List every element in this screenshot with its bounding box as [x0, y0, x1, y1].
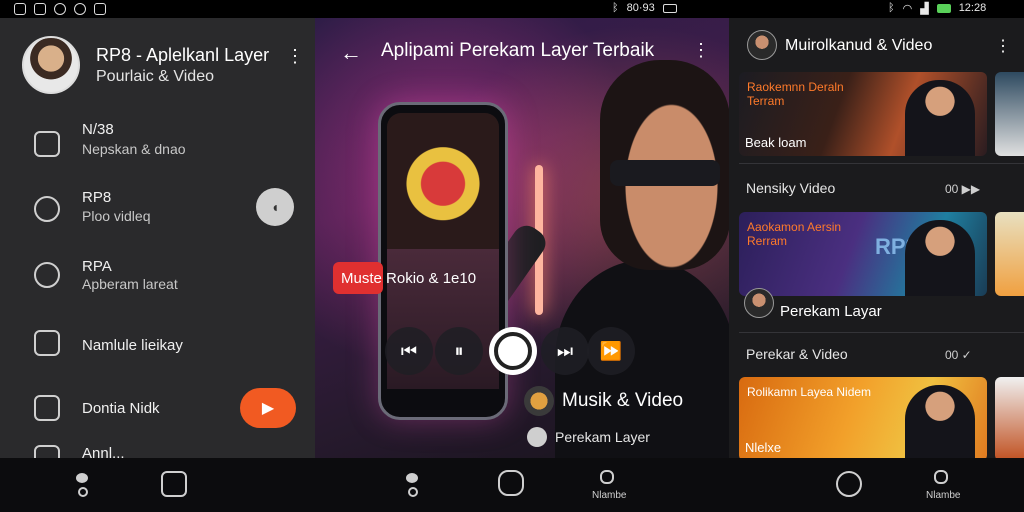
page-title: Aplipami Perekam Layer Terbaik [381, 40, 655, 61]
card-headline: Raokemnn Deraln Terram [747, 80, 844, 108]
music-icon[interactable] [161, 471, 187, 497]
section-meta: 00 ▶▶ [945, 182, 981, 196]
drawer-item-sublabel: Apberam lareat [82, 276, 178, 292]
card-thumbnail [905, 385, 975, 461]
library-icon[interactable] [934, 470, 948, 484]
card-headline: Aaokamon Aersin Rerram [747, 220, 842, 248]
card-caption: Beak loam [745, 135, 807, 150]
drawer-item-label: Dontia Nidk [82, 400, 160, 417]
avatar[interactable] [744, 288, 774, 318]
library-icon[interactable] [600, 470, 614, 484]
play-button[interactable]: ▶ [240, 388, 296, 428]
fast-forward-button[interactable]: ⏩ [587, 327, 635, 375]
check-icon [34, 445, 60, 458]
badge-label: Musik & Video [562, 390, 684, 411]
divider [739, 163, 1024, 164]
drawer-item[interactable]: Annl... [0, 443, 315, 458]
badge-label: Perekam Layer [555, 429, 650, 445]
lock-icon [34, 131, 60, 157]
navigation-icon [74, 3, 86, 15]
avatar[interactable] [22, 36, 80, 94]
drawer-title: RP8 - Aplelkanl Layer [96, 45, 270, 65]
battery-icon [662, 4, 677, 13]
record-icon[interactable] [498, 470, 524, 496]
drawer-item-label: RPA [82, 258, 112, 275]
drawer-item-sublabel: Ploo vidleq [82, 208, 151, 224]
toggle-button[interactable]: ◖ [256, 188, 294, 226]
status-icons-mid: ᛒ 80·93 [612, 2, 677, 14]
profile-icon[interactable] [70, 471, 96, 497]
badge-avatar [527, 427, 547, 447]
battery-icon [936, 4, 951, 13]
record-button[interactable] [489, 327, 537, 375]
previous-button[interactable]: ⏮ [385, 327, 433, 375]
nav-label[interactable]: Nlambe [926, 490, 960, 501]
shield-icon [34, 196, 60, 222]
back-arrow-icon[interactable]: ← [340, 40, 362, 66]
video-card[interactable]: Rolikamn Layea Nidem Nlelxe [739, 377, 987, 461]
camera-icon [34, 395, 60, 421]
section-title: Nensiky Video [746, 180, 836, 196]
more-vertical-icon[interactable]: ⋮ [286, 46, 304, 66]
drawer-item[interactable]: RPA Apberam lareat [0, 256, 315, 316]
bluetooth-icon: ᛒ [612, 2, 619, 14]
disc-icon[interactable] [836, 471, 862, 497]
target-icon [34, 262, 60, 288]
card-thumbnail [905, 220, 975, 296]
play-icon: ▶ [261, 400, 275, 417]
status-time-mid: 80·93 [626, 2, 655, 14]
song-title-chip[interactable]: Muste Rokio & 1e10 [333, 262, 486, 294]
drawer-item-label: RP8 [82, 189, 112, 206]
next-button[interactable]: ⏭ [541, 327, 589, 375]
feed-title: Muirolkanud & Video [785, 37, 933, 54]
video-card-peek[interactable] [995, 212, 1024, 296]
card-caption: Nlelxe [745, 440, 782, 455]
drawer-item-sublabel: Nepskan & dnao [82, 141, 186, 157]
album-art [387, 113, 499, 249]
drawer-subtitle: Pourlaic & Video [96, 68, 214, 85]
nav-label[interactable]: Nlambe [592, 490, 626, 501]
left-drawer-panel: RP8 - Aplelkanl Layer Pourlaic & Video ⋮… [0, 18, 315, 458]
wifi-icon: ◠ [902, 3, 913, 15]
more-vertical-icon[interactable]: ⋮ [692, 40, 710, 61]
badge-avatar [524, 386, 554, 416]
drawer-item[interactable]: Namlule lieikay [0, 328, 315, 388]
section-meta: 00 ✓ [945, 348, 972, 362]
category-badge[interactable]: Musik & Video [524, 386, 683, 416]
sunglasses [610, 160, 720, 186]
video-card-peek[interactable] [995, 72, 1024, 156]
video-card-peek[interactable] [995, 377, 1024, 461]
divider [739, 332, 1024, 333]
section-title: Perekar & Video [746, 346, 848, 362]
drawer-item-label: N/38 [82, 121, 114, 138]
pause-button[interactable]: ⏸ [435, 327, 483, 375]
video-card[interactable]: Raokemnn Deraln Terram Beak loam [739, 72, 987, 156]
card-thumbnail [905, 80, 975, 156]
video-card[interactable]: Aaokamon Aersin Rerram RP8 [739, 212, 987, 296]
image-icon [34, 3, 46, 15]
more-vertical-icon[interactable]: ⋮ [995, 36, 1011, 56]
playback-controls: ⏮ ⏸ ⏭ ⏩ [385, 327, 635, 377]
profile-icon[interactable] [400, 471, 426, 497]
avatar[interactable] [747, 30, 777, 60]
drawer-item[interactable]: N/38 Nepskan & dnao [0, 118, 315, 178]
status-icons-left [0, 3, 106, 15]
channel-label: Perekam Layar [780, 303, 882, 320]
status-bar: ᛒ 80·93 ᛒ ◠ ▟ 12:28 [0, 0, 1024, 18]
status-time-right: 12:28 [958, 2, 987, 14]
app-badge[interactable]: Perekam Layer [527, 427, 650, 447]
status-icons-right: ᛒ ◠ ▟ 12:28 [888, 2, 986, 15]
calendar-icon [34, 330, 60, 356]
song-title: Muste Rokio & 1e10 [341, 269, 477, 287]
drawer-item-label: Namlule lieikay [82, 337, 183, 354]
drawer-item-label: Annl... [82, 445, 125, 458]
signal-icon: ▟ [920, 3, 929, 15]
drawer-header: RP8 - Aplelkanl Layer Pourlaic & Video ⋮ [0, 18, 315, 110]
notification-icon [14, 3, 26, 15]
heart-icon [94, 3, 106, 15]
clock-icon [54, 3, 66, 15]
card-headline: Rolikamn Layea Nidem [747, 385, 872, 399]
bluetooth-icon: ᛒ [888, 2, 895, 14]
